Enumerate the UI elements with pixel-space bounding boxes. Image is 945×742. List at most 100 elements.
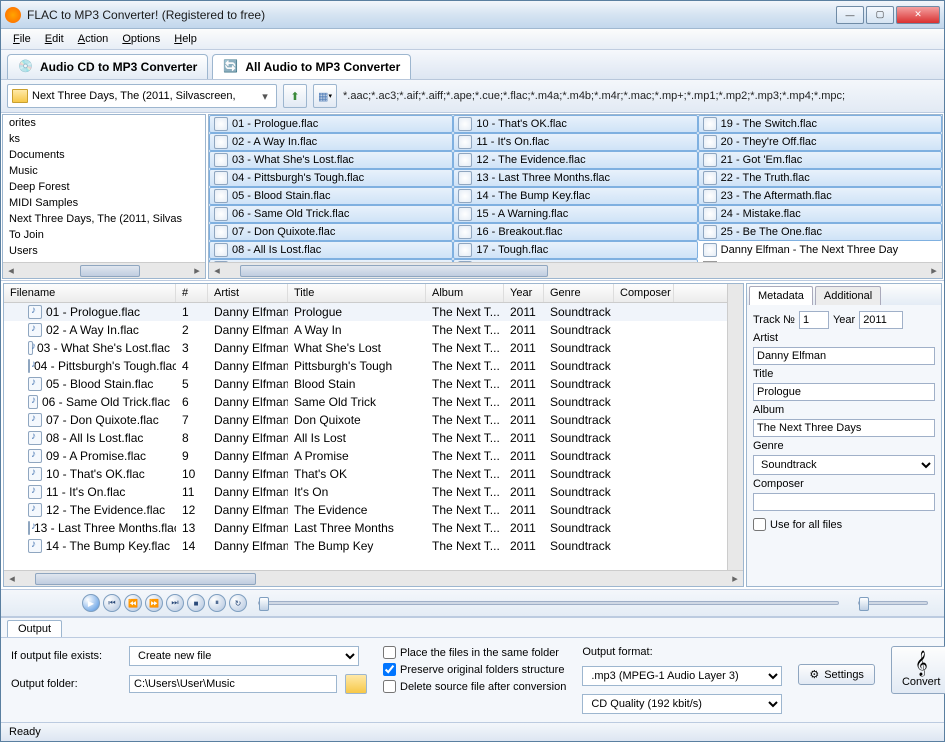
- file-item[interactable]: 02 - A Way In.flac: [209, 133, 453, 151]
- track-row[interactable]: 07 - Don Quixote.flac 7 Danny Elfman Don…: [4, 411, 727, 429]
- menu-file[interactable]: File: [7, 31, 37, 47]
- file-item[interactable]: 11 - It's On.flac: [453, 133, 697, 151]
- tree-item[interactable]: ks: [3, 131, 205, 147]
- tree-item[interactable]: Documents: [3, 147, 205, 163]
- files-hscroll[interactable]: ◂▸: [209, 262, 942, 278]
- menu-options[interactable]: Options: [116, 31, 166, 47]
- track-row[interactable]: 08 - All Is Lost.flac 8 Danny Elfman All…: [4, 429, 727, 447]
- input-title[interactable]: [753, 383, 935, 401]
- input-artist[interactable]: [753, 347, 935, 365]
- file-item[interactable]: 08 - All Is Lost.flac: [209, 241, 453, 259]
- select-genre[interactable]: Soundtrack: [753, 455, 935, 475]
- file-item[interactable]: 19 - The Switch.flac: [698, 115, 942, 133]
- col-filename[interactable]: Filename: [4, 284, 176, 302]
- tree-item[interactable]: MIDI Samples: [3, 195, 205, 211]
- pause-button[interactable]: ⏸: [208, 594, 226, 612]
- maximize-button[interactable]: ▢: [866, 6, 894, 24]
- select-quality[interactable]: CD Quality (192 kbit/s): [582, 694, 782, 714]
- track-row[interactable]: 01 - Prologue.flac 1 Danny Elfman Prolog…: [4, 303, 727, 321]
- input-composer[interactable]: [753, 493, 935, 511]
- view-mode-button[interactable]: ▦▾: [313, 84, 337, 108]
- select-if-exists[interactable]: Create new file: [129, 646, 359, 666]
- track-row[interactable]: 04 - Pittsburgh's Tough.flac 4 Danny Elf…: [4, 357, 727, 375]
- col-composer[interactable]: Composer: [614, 284, 674, 302]
- track-row[interactable]: 03 - What She's Lost.flac 3 Danny Elfman…: [4, 339, 727, 357]
- track-row[interactable]: 11 - It's On.flac 11 Danny Elfman It's O…: [4, 483, 727, 501]
- file-list[interactable]: 01 - Prologue.flac02 - A Way In.flac03 -…: [208, 114, 943, 279]
- track-header[interactable]: Filename # Artist Title Album Year Genre…: [4, 284, 727, 303]
- tree-item[interactable]: Deep Forest: [3, 179, 205, 195]
- file-item[interactable]: 20 - They're Off.flac: [698, 133, 942, 151]
- settings-button[interactable]: ⚙Settings: [798, 664, 875, 685]
- track-row[interactable]: 10 - That's OK.flac 10 Danny Elfman That…: [4, 465, 727, 483]
- file-item[interactable]: 04 - Pittsburgh's Tough.flac: [209, 169, 453, 187]
- tab-all-audio[interactable]: 🔄 All Audio to MP3 Converter: [212, 54, 411, 79]
- tree-item[interactable]: orites: [3, 115, 205, 131]
- minimize-button[interactable]: —: [836, 6, 864, 24]
- menu-action[interactable]: Action: [72, 31, 115, 47]
- file-item[interactable]: 01 - Prologue.flac: [209, 115, 453, 133]
- browse-folder-button[interactable]: [345, 674, 367, 694]
- folder-tree[interactable]: oritesksDocumentsMusicDeep ForestMIDI Sa…: [2, 114, 206, 279]
- col-title[interactable]: Title: [288, 284, 426, 302]
- col-album[interactable]: Album: [426, 284, 504, 302]
- tree-item[interactable]: Users: [3, 243, 205, 259]
- rewind-button[interactable]: ⏪: [124, 594, 142, 612]
- tree-hscroll[interactable]: ◂▸: [3, 262, 205, 278]
- track-table[interactable]: Filename # Artist Title Album Year Genre…: [3, 283, 744, 587]
- file-item[interactable]: 10 - That's OK.flac: [453, 115, 697, 133]
- prev-track-button[interactable]: ⏮: [103, 594, 121, 612]
- forward-button[interactable]: ⏩: [145, 594, 163, 612]
- folder-combo[interactable]: Next Three Days, The (2011, Silvascreen,…: [7, 84, 277, 108]
- track-row[interactable]: 12 - The Evidence.flac 12 Danny Elfman T…: [4, 501, 727, 519]
- file-item[interactable]: 22 - The Truth.flac: [698, 169, 942, 187]
- file-item[interactable]: 07 - Don Quixote.flac: [209, 223, 453, 241]
- file-item[interactable]: 15 - A Warning.flac: [453, 205, 697, 223]
- track-row[interactable]: 02 - A Way In.flac 2 Danny Elfman A Way …: [4, 321, 727, 339]
- track-row[interactable]: 09 - A Promise.flac 9 Danny Elfman A Pro…: [4, 447, 727, 465]
- chk-preserve[interactable]: [383, 663, 396, 676]
- input-year[interactable]: [859, 311, 903, 329]
- track-row[interactable]: 14 - The Bump Key.flac 14 Danny Elfman T…: [4, 537, 727, 555]
- input-album[interactable]: [753, 419, 935, 437]
- menu-help[interactable]: Help: [168, 31, 203, 47]
- play-button[interactable]: ▶: [82, 594, 100, 612]
- seek-slider[interactable]: [258, 601, 839, 605]
- track-row[interactable]: 06 - Same Old Trick.flac 6 Danny Elfman …: [4, 393, 727, 411]
- folder-up-button[interactable]: ⬆: [283, 84, 307, 108]
- file-item[interactable]: 05 - Blood Stain.flac: [209, 187, 453, 205]
- file-item[interactable]: 24 - Mistake.flac: [698, 205, 942, 223]
- file-item[interactable]: 14 - The Bump Key.flac: [453, 187, 697, 205]
- next-track-button[interactable]: ⏭: [166, 594, 184, 612]
- col-year[interactable]: Year: [504, 284, 544, 302]
- tab-audio-cd[interactable]: 💿 Audio CD to MP3 Converter: [7, 54, 208, 79]
- track-row[interactable]: 13 - Last Three Months.flac 13 Danny Elf…: [4, 519, 727, 537]
- file-item[interactable]: 25 - Be The One.flac: [698, 223, 942, 241]
- meta-tab-additional[interactable]: Additional: [815, 286, 881, 305]
- tab-output[interactable]: Output: [7, 620, 62, 637]
- col-artist[interactable]: Artist: [208, 284, 288, 302]
- tree-item[interactable]: Music: [3, 163, 205, 179]
- chk-use-for-all[interactable]: [753, 518, 766, 531]
- file-item[interactable]: 12 - The Evidence.flac: [453, 151, 697, 169]
- track-hscroll[interactable]: ◂▸: [4, 570, 743, 586]
- chk-same-folder[interactable]: [383, 646, 396, 659]
- file-item[interactable]: 23 - The Aftermath.flac: [698, 187, 942, 205]
- titlebar[interactable]: FLAC to MP3 Converter! (Registered to fr…: [1, 1, 944, 29]
- col-genre[interactable]: Genre: [544, 284, 614, 302]
- file-item[interactable]: 17 - Tough.flac: [453, 241, 697, 259]
- menu-edit[interactable]: Edit: [39, 31, 70, 47]
- input-trackno[interactable]: [799, 311, 829, 329]
- file-item[interactable]: 16 - Breakout.flac: [453, 223, 697, 241]
- track-vscroll[interactable]: [727, 284, 743, 570]
- file-item[interactable]: 21 - Got 'Em.flac: [698, 151, 942, 169]
- file-item[interactable]: 13 - Last Three Months.flac: [453, 169, 697, 187]
- repeat-button[interactable]: ↻: [229, 594, 247, 612]
- select-format[interactable]: .mp3 (MPEG-1 Audio Layer 3): [582, 666, 782, 686]
- col-num[interactable]: #: [176, 284, 208, 302]
- stop-button[interactable]: ■: [187, 594, 205, 612]
- file-item[interactable]: 03 - What She's Lost.flac: [209, 151, 453, 169]
- track-row[interactable]: 05 - Blood Stain.flac 5 Danny Elfman Blo…: [4, 375, 727, 393]
- tree-item[interactable]: Next Three Days, The (2011, Silvas: [3, 211, 205, 227]
- chk-delete-src[interactable]: [383, 680, 396, 693]
